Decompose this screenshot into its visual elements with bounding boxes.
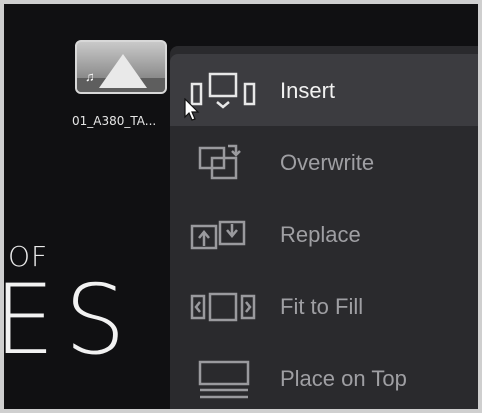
menu-item-label: Insert: [280, 78, 336, 103]
menu-item-place-on-top[interactable]: Place on Top: [170, 342, 478, 409]
fit-to-fill-icon: [190, 292, 256, 322]
mouse-pointer-icon: [184, 98, 200, 121]
menu-item-label: Place on Top: [280, 366, 407, 391]
menu-item-overwrite[interactable]: Overwrite: [170, 126, 478, 198]
thumbnail-aircraft-tail: [99, 54, 147, 88]
place-on-top-icon: [198, 360, 250, 399]
menu-item-label: Overwrite: [280, 150, 375, 175]
clip-thumbnail[interactable]: ♫: [75, 40, 167, 94]
viewer-background-text-large: ES: [4, 264, 136, 376]
replace-icon: [190, 220, 246, 250]
menu-item-fit-to-fill[interactable]: Fit to Fill: [170, 270, 478, 342]
viewer-frame: OF ES ♫ 01_A380_TA... Insert Overwrite R…: [4, 4, 478, 409]
clip-name: 01_A380_TA...: [72, 114, 157, 128]
menu-item-label: Replace: [280, 222, 361, 247]
menu-item-insert[interactable]: Insert: [170, 54, 478, 126]
audio-note-icon: ♫: [85, 69, 95, 84]
menu-item-replace[interactable]: Replace: [170, 198, 478, 270]
overwrite-icon: [198, 144, 241, 180]
overlay-edit-menu: Insert Overwrite Replace Fit to Fill Pla…: [170, 46, 478, 409]
menu-item-label: Fit to Fill: [280, 294, 364, 319]
